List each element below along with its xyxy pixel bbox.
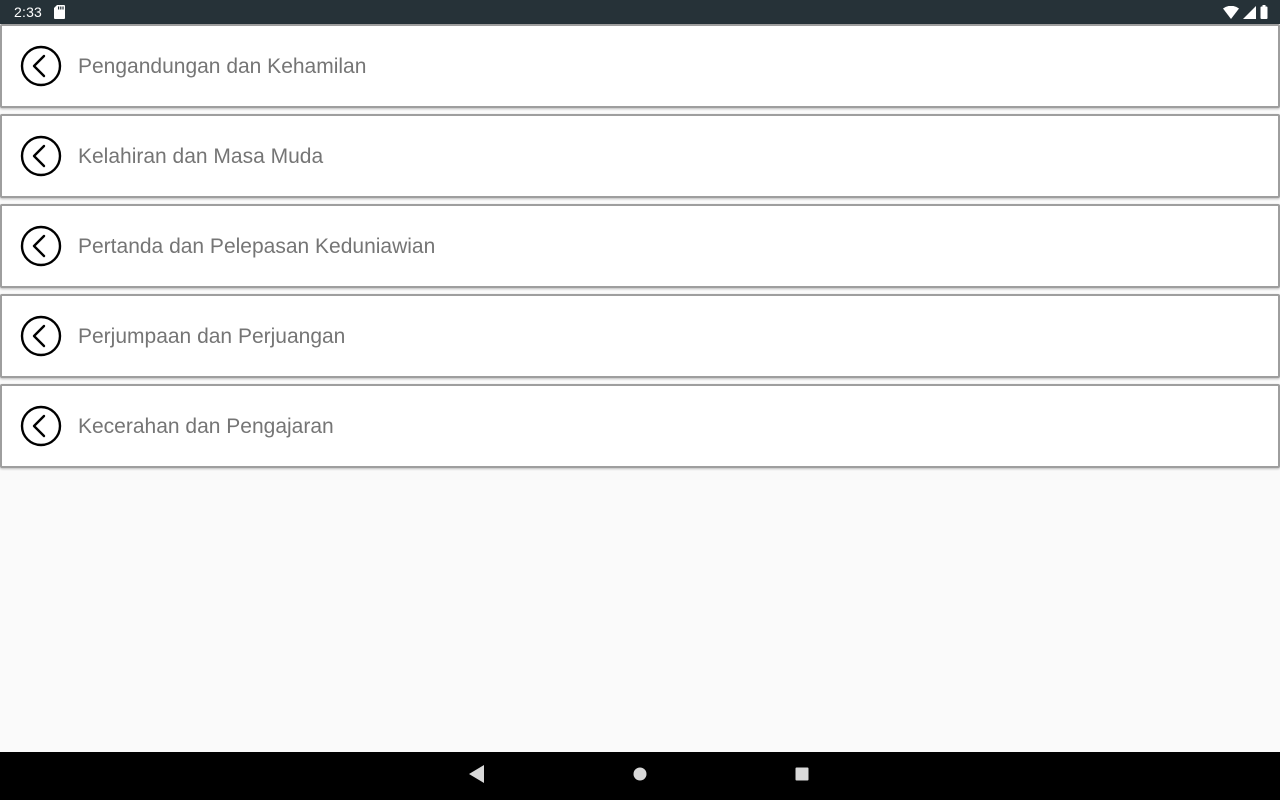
list-item-label: Pengandungan dan Kehamilan bbox=[78, 55, 367, 78]
battery-icon bbox=[1260, 5, 1268, 19]
cell-signal-icon bbox=[1243, 5, 1256, 19]
chevron-left-circle-icon bbox=[20, 45, 62, 87]
recents-icon bbox=[795, 767, 809, 786]
list-item-label: Kecerahan dan Pengajaran bbox=[78, 415, 334, 438]
chevron-left-circle-icon bbox=[20, 315, 62, 357]
wifi-icon bbox=[1223, 5, 1239, 19]
list-item[interactable]: Kecerahan dan Pengajaran bbox=[0, 384, 1280, 468]
sd-card-icon bbox=[54, 5, 66, 19]
back-icon bbox=[469, 764, 485, 788]
list-item[interactable]: Perjumpaan dan Perjuangan bbox=[0, 294, 1280, 378]
home-icon bbox=[633, 767, 647, 786]
status-time: 2:33 bbox=[14, 4, 43, 20]
list-item-label: Perjumpaan dan Perjuangan bbox=[78, 325, 346, 348]
chevron-left-circle-icon bbox=[20, 405, 62, 447]
navigation-bar bbox=[0, 752, 1280, 800]
list-item[interactable]: Pertanda dan Pelepasan Keduniawian bbox=[0, 204, 1280, 288]
recents-button[interactable] bbox=[772, 752, 832, 800]
home-button[interactable] bbox=[610, 752, 670, 800]
list-item[interactable]: Pengandungan dan Kehamilan bbox=[0, 24, 1280, 108]
status-bar: 2:33 bbox=[0, 0, 1280, 24]
chevron-left-circle-icon bbox=[20, 225, 62, 267]
back-button[interactable] bbox=[447, 752, 507, 800]
list-item[interactable]: Kelahiran dan Masa Muda bbox=[0, 114, 1280, 198]
list-item-label: Kelahiran dan Masa Muda bbox=[78, 145, 324, 168]
list-item-label: Pertanda dan Pelepasan Keduniawian bbox=[78, 235, 436, 258]
chevron-left-circle-icon bbox=[20, 135, 62, 177]
